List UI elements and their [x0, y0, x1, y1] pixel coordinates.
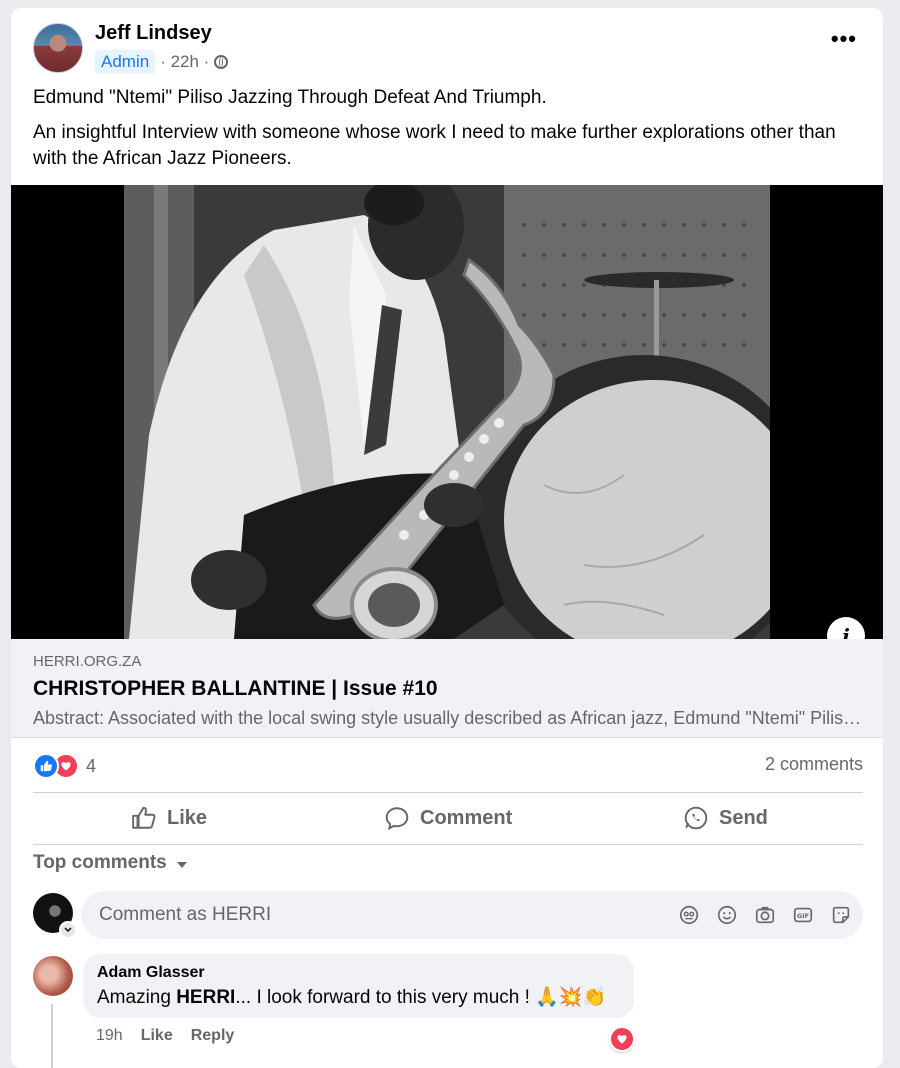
link-title[interactable]: CHRISTOPHER BALLANTINE | Issue #10: [33, 677, 438, 701]
comments-sort-label: Top comments: [33, 852, 167, 873]
send-label: Send: [719, 806, 768, 829]
link-preview[interactable]: HERRI.ORG.ZA CHRISTOPHER BALLANTINE | Is…: [11, 639, 883, 738]
composer-icons: GIF: [677, 903, 853, 927]
gif-icon[interactable]: GIF: [791, 903, 815, 927]
thumbs-up-icon: [132, 806, 156, 829]
camera-icon[interactable]: [753, 903, 777, 927]
admin-badge[interactable]: Admin: [95, 50, 156, 74]
post-text-title: Edmund "Ntemi" Piliso Jazzing Through De…: [33, 87, 547, 108]
commenter-avatar[interactable]: [33, 956, 73, 996]
comment-button[interactable]: Comment: [384, 804, 512, 832]
comment-bubble: Adam Glasser Amazing HERRI... I look for…: [83, 954, 634, 1018]
link-domain: HERRI.ORG.ZA: [33, 653, 142, 670]
reactions-summary[interactable]: 4: [33, 753, 96, 779]
comment-text: Amazing HERRI... I look forward to this …: [97, 985, 620, 1009]
author-avatar[interactable]: [33, 23, 83, 73]
comment-input[interactable]: [97, 903, 661, 927]
like-button[interactable]: Like: [131, 804, 207, 832]
comment-composer[interactable]: GIF: [81, 891, 863, 939]
love-reaction-icon[interactable]: [609, 1026, 635, 1052]
link-abstract: Abstract: Associated with the local swin…: [33, 708, 863, 728]
comment-bubble-icon: [385, 807, 409, 831]
post-card: Jeff Lindsey Admin · 22h · ••• Edmund "N…: [11, 8, 883, 1068]
comments-sort-dropdown[interactable]: Top comments: [33, 852, 187, 874]
comments-count[interactable]: 2 comments: [765, 754, 863, 775]
comment-like-button[interactable]: Like: [141, 1027, 173, 1045]
chevron-down-icon[interactable]: [59, 921, 77, 939]
svg-text:GIF: GIF: [797, 912, 809, 920]
more-options-icon[interactable]: •••: [831, 28, 857, 50]
caret-down-icon: [176, 861, 187, 868]
photo-illustration: [124, 185, 770, 639]
comment-label: Comment: [420, 806, 513, 829]
link-image[interactable]: i: [11, 185, 883, 655]
like-reaction-icon: [33, 753, 59, 779]
avatar-sticker-icon[interactable]: [677, 903, 701, 927]
reactions-count: 4: [86, 755, 97, 776]
comment-text-prefix: Amazing: [97, 987, 177, 1008]
saxophonist-photo: [124, 185, 770, 639]
emoji-icon[interactable]: [715, 903, 739, 927]
comment-footer: 19h Like Reply: [96, 1027, 234, 1045]
post-meta: Admin · 22h ·: [95, 50, 229, 74]
author-name[interactable]: Jeff Lindsey: [95, 22, 212, 45]
send-button[interactable]: Send: [683, 804, 768, 832]
commenter-name[interactable]: Adam Glasser: [97, 964, 620, 982]
like-label: Like: [167, 806, 208, 829]
globe-icon: [214, 55, 229, 69]
whatsapp-icon: [684, 806, 708, 830]
divider: [33, 792, 863, 793]
divider: [33, 844, 863, 845]
comment-time[interactable]: 19h: [96, 1027, 123, 1045]
comment-reply-button[interactable]: Reply: [191, 1027, 235, 1045]
comment-mention[interactable]: HERRI: [176, 987, 235, 1008]
comment-text-suffix: ... I look forward to this very much ! 🙏…: [235, 987, 607, 1008]
post-time[interactable]: · 22h ·: [160, 52, 209, 72]
sticker-icon[interactable]: [829, 903, 853, 927]
thread-line: [51, 1004, 53, 1068]
post-text-body: An insightful Interview with someone who…: [33, 122, 836, 169]
